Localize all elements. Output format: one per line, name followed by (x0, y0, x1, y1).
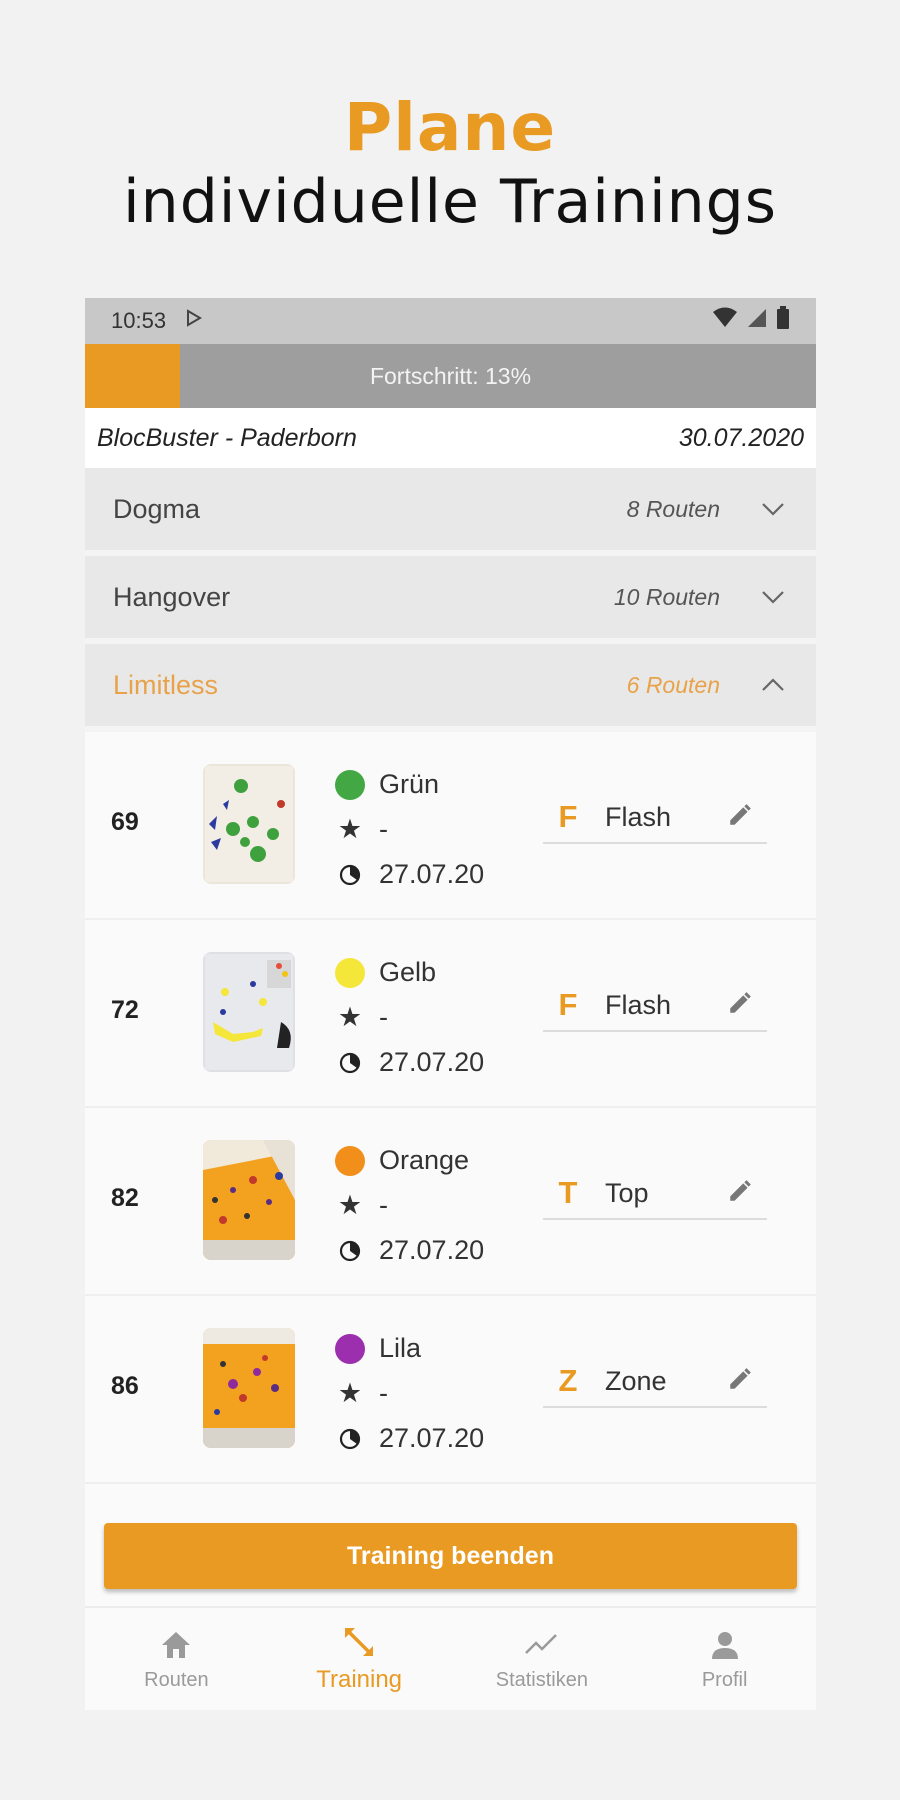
route-photo[interactable] (203, 1328, 295, 1448)
signal-icon (746, 307, 768, 335)
pencil-icon[interactable] (727, 1366, 753, 1397)
gym-header: BlocBuster - Paderborn 30.07.2020 (85, 408, 816, 468)
route-color-name: Grün (379, 769, 440, 799)
route-color-name: Orange (379, 1145, 470, 1175)
route-rating: - (379, 1378, 388, 1408)
pencil-icon[interactable] (727, 1178, 753, 1209)
nav-label: Profil (701, 1668, 748, 1691)
route-color-name: Gelb (379, 957, 437, 987)
star-icon: ★ (337, 1190, 363, 1220)
route-number: 82 (111, 1184, 139, 1212)
headline: Plane individuelle Trainings (0, 92, 900, 240)
route-color-dot (335, 769, 365, 800)
date-icon (335, 1239, 365, 1263)
result-label: Zone (605, 1365, 667, 1396)
route-row[interactable]: 72 Gelb ★ - 27.07.20 F Flash (85, 920, 816, 1108)
result-field[interactable]: Z Zone (543, 1356, 767, 1408)
nav-label: Statistiken (495, 1668, 588, 1691)
group-count: 6 Routen (626, 671, 720, 698)
result-label: Top (605, 1177, 649, 1208)
date-icon (335, 1051, 365, 1075)
progress-bar: Fortschritt: 13% (85, 344, 816, 408)
pencil-icon[interactable] (727, 802, 753, 833)
group-name: Hangover (113, 581, 231, 612)
route-row[interactable]: 86 Lila ★ - 27.07.20 Z Zone (85, 1296, 816, 1484)
route-date: 27.07.20 (379, 859, 485, 889)
nav-routen[interactable]: Routen (85, 1608, 268, 1710)
headline-accent: Plane (343, 89, 557, 166)
route-color-dot (335, 1333, 365, 1364)
chart-icon (524, 1627, 560, 1663)
route-rating: - (379, 814, 388, 844)
route-color-name: Lila (379, 1333, 422, 1363)
route-color-dot (335, 1145, 365, 1176)
group-count: 10 Routen (613, 583, 720, 610)
route-color-dot (335, 957, 365, 988)
battery-icon (776, 306, 790, 336)
person-icon (710, 1627, 740, 1663)
pencil-icon[interactable] (727, 990, 753, 1021)
date-icon (335, 863, 365, 887)
route-row[interactable]: 69 Grün ★ - 27.07.20 F Flash (85, 732, 816, 920)
nav-statistiken[interactable]: Statistiken (451, 1608, 634, 1710)
route-row[interactable]: 82 Orange ★ - 27.07.20 T Top (85, 1108, 816, 1296)
group-limitless[interactable]: Limitless 6 Routen (85, 644, 816, 732)
result-field[interactable]: F Flash (543, 792, 767, 844)
result-label: Flash (605, 989, 672, 1020)
chevron-down-icon[interactable] (758, 494, 788, 524)
route-number: 72 (111, 996, 139, 1024)
nav-label: Training (316, 1666, 403, 1693)
nav-profil[interactable]: Profil (633, 1608, 816, 1710)
finish-training-button[interactable]: Training beenden (104, 1523, 797, 1589)
route-rating: - (379, 1002, 388, 1032)
result-field[interactable]: F Flash (543, 980, 767, 1032)
route-number: 86 (111, 1372, 139, 1400)
home-icon (160, 1627, 192, 1663)
chevron-down-icon[interactable] (758, 582, 788, 612)
route-number: 69 (111, 808, 139, 836)
training-icon (341, 1624, 377, 1660)
star-icon: ★ (337, 814, 363, 844)
result-letter: F (558, 987, 578, 1022)
result-letter: T (558, 1175, 578, 1210)
wifi-icon (712, 307, 738, 335)
route-photo[interactable] (203, 764, 295, 884)
headline-sub: individuelle Trainings (123, 167, 777, 237)
route-date: 27.07.20 (379, 1235, 485, 1265)
bottom-navigation: Routen Training Statistiken Profil (85, 1606, 816, 1710)
star-icon: ★ (337, 1378, 363, 1408)
route-date: 27.07.20 (379, 1047, 485, 1077)
group-name: Limitless (113, 669, 219, 700)
progress-label: Fortschritt: 13% (369, 362, 532, 389)
gym-name: BlocBuster - Paderborn (97, 423, 357, 452)
status-bar: 10:53 (85, 298, 816, 344)
result-letter: F (558, 799, 578, 834)
chevron-up-icon[interactable] (758, 670, 788, 700)
route-date: 27.07.20 (379, 1423, 485, 1453)
nav-label: Routen (144, 1668, 209, 1691)
phone-screen: 10:53 Fortschritt: 13% BlocBuster - Pade… (85, 298, 816, 1710)
result-label: Flash (605, 801, 672, 832)
route-photo[interactable] (203, 952, 295, 1072)
status-time: 10:53 (111, 308, 167, 333)
session-date: 30.07.2020 (678, 423, 804, 452)
group-hangover[interactable]: Hangover 10 Routen (85, 556, 816, 644)
group-dogma[interactable]: Dogma 8 Routen (85, 468, 816, 556)
route-rating: - (379, 1190, 388, 1220)
result-letter: Z (558, 1363, 578, 1398)
play-store-icon (184, 308, 204, 334)
star-icon: ★ (337, 1002, 363, 1032)
date-icon (335, 1427, 365, 1451)
result-field[interactable]: T Top (543, 1168, 767, 1220)
group-count: 8 Routen (626, 495, 720, 522)
group-name: Dogma (113, 493, 201, 524)
route-photo[interactable] (203, 1140, 295, 1260)
nav-training[interactable]: Training (268, 1608, 451, 1710)
